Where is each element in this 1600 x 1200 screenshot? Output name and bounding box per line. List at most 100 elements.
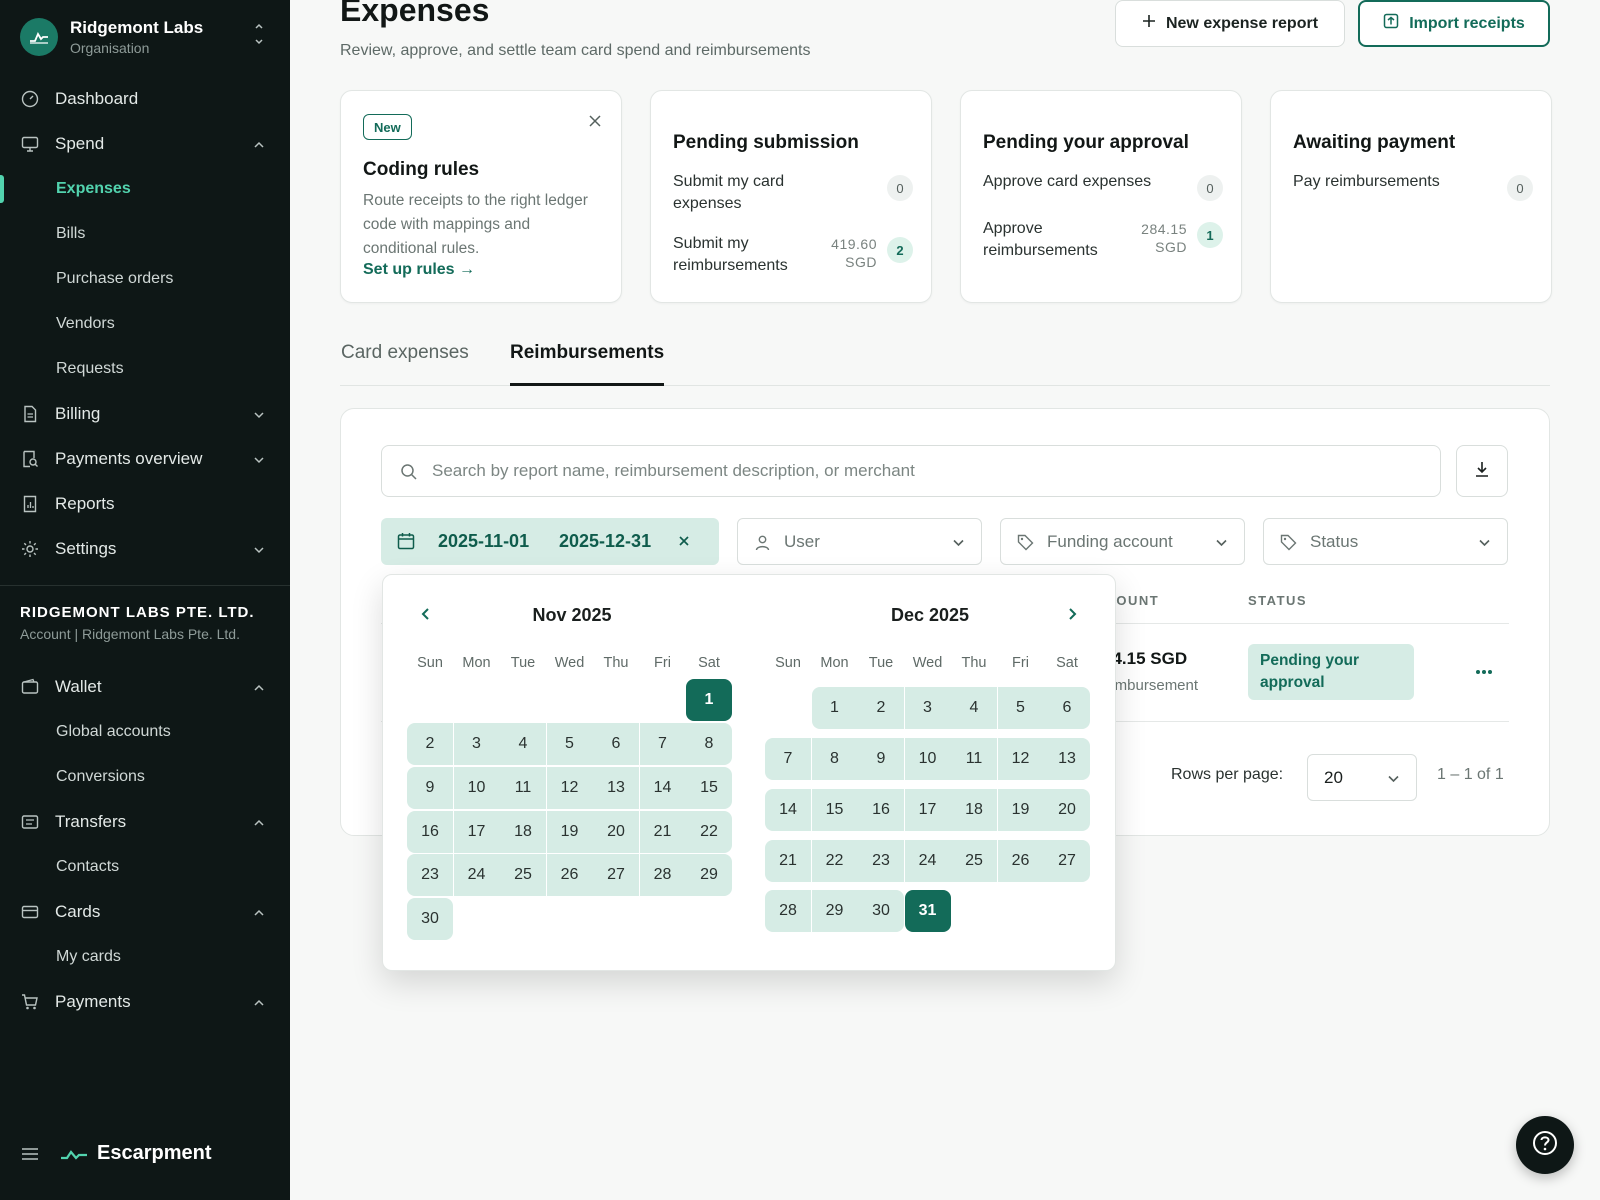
funding-account-filter[interactable]: Funding account [1000,518,1245,565]
calendar-day[interactable]: 4 [951,687,997,729]
calendar-day[interactable]: 23 [407,854,453,896]
column-header-status[interactable]: STATUS [1248,593,1307,608]
rows-per-page-select[interactable]: 20 [1307,754,1417,801]
calendar-day[interactable]: 3 [904,687,951,729]
calendar-day[interactable]: 21 [765,840,811,882]
calendar-day[interactable]: 27 [593,854,639,896]
calendar-day[interactable]: 7 [639,723,686,765]
sidebar-item-expenses[interactable]: Expenses [0,169,290,209]
sidebar-item-billing[interactable]: Billing [0,394,290,434]
calendar-day-selected[interactable]: 1 [686,679,732,721]
org-switcher[interactable]: Ridgemont Labs Organisation [20,18,270,58]
calendar-day[interactable]: 25 [951,840,997,882]
tab-reimbursements[interactable]: Reimbursements [510,342,665,386]
calendar-day[interactable]: 15 [811,789,858,831]
calendar-day[interactable]: 19 [997,789,1044,831]
calendar-day[interactable]: 20 [593,811,639,853]
calendar-day[interactable]: 25 [500,854,546,896]
calendar-day[interactable]: 19 [546,811,593,853]
calendar-day[interactable]: 22 [686,811,732,853]
status-filter[interactable]: Status [1263,518,1508,565]
calendar-day[interactable]: 15 [686,767,732,809]
sidebar-item-vendors[interactable]: Vendors [0,304,290,344]
sidebar-item-spend[interactable]: Spend [0,124,290,164]
calendar-day[interactable]: 17 [453,811,500,853]
sidebar-item-settings[interactable]: Settings [0,529,290,569]
new-expense-report-button[interactable]: New expense report [1115,0,1345,47]
calendar-day[interactable]: 7 [765,738,811,780]
calendar-day[interactable]: 23 [858,840,904,882]
calendar-day[interactable]: 22 [811,840,858,882]
calendar-day[interactable]: 8 [811,738,858,780]
calendar-day[interactable]: 28 [639,854,686,896]
clear-date-icon[interactable] [677,534,691,548]
calendar-day[interactable]: 14 [639,767,686,809]
calendar-day[interactable]: 30 [407,898,453,940]
sidebar-item-payments-overview[interactable]: Payments overview [0,439,290,479]
calendar-day[interactable]: 26 [997,840,1044,882]
sidebar-item-cards[interactable]: Cards [0,892,290,932]
sidebar-item-my-cards[interactable]: My cards [0,937,290,977]
calendar-day[interactable]: 6 [593,723,639,765]
sidebar-item-requests[interactable]: Requests [0,349,290,389]
calendar-day[interactable]: 2 [407,723,453,765]
sidebar-item-wallet[interactable]: Wallet [0,667,290,707]
more-actions-button[interactable] [1471,661,1497,681]
user-filter[interactable]: User [737,518,982,565]
calendar-day[interactable]: 11 [500,767,546,809]
calendar-day[interactable]: 6 [1044,687,1090,729]
sidebar-item-reports[interactable]: Reports [0,484,290,524]
calendar-day[interactable]: 29 [686,854,732,896]
menu-icon[interactable] [20,1146,42,1164]
sidebar-item-global-accounts[interactable]: Global accounts [0,712,290,752]
close-icon[interactable] [587,113,603,129]
calendar-day[interactable]: 20 [1044,789,1090,831]
calendar-day-selected[interactable]: 31 [904,890,951,932]
sidebar-item-contacts[interactable]: Contacts [0,847,290,887]
sidebar-item-dashboard[interactable]: Dashboard [0,79,290,119]
calendar-day[interactable]: 4 [500,723,546,765]
help-button[interactable] [1516,1116,1574,1174]
calendar-day[interactable]: 5 [546,723,593,765]
calendar-day[interactable]: 18 [500,811,546,853]
calendar-day[interactable]: 8 [686,723,732,765]
calendar-day[interactable]: 16 [407,811,453,853]
search-input[interactable] [432,446,1422,496]
sidebar-item-conversions[interactable]: Conversions [0,757,290,797]
calendar-day[interactable]: 9 [407,767,453,809]
calendar-day[interactable]: 24 [904,840,951,882]
calendar-day[interactable]: 21 [639,811,686,853]
sidebar-item-payments[interactable]: Payments [0,982,290,1022]
tab-card-expenses[interactable]: Card expenses [341,342,469,386]
import-receipts-button[interactable]: Import receipts [1358,0,1550,47]
calendar-day[interactable]: 13 [593,767,639,809]
calendar-day[interactable]: 29 [811,890,858,932]
calendar-day[interactable]: 2 [858,687,904,729]
calendar-day[interactable]: 14 [765,789,811,831]
pay-reimbursements-task[interactable]: Pay reimbursements 0 [1293,171,1533,215]
calendar-day[interactable]: 30 [858,890,904,932]
date-range-filter[interactable]: 2025-11-01 2025-12-31 [381,518,719,565]
approve-reimbursements-task[interactable]: Approve reimbursements 284.15 SGD 1 [983,218,1223,262]
calendar-day[interactable]: 9 [858,738,904,780]
calendar-day[interactable]: 10 [453,767,500,809]
sidebar-item-purchase-orders[interactable]: Purchase orders [0,259,290,299]
calendar-day[interactable]: 12 [546,767,593,809]
download-button[interactable] [1456,445,1508,497]
submit-card-expenses-task[interactable]: Submit my card expenses 0 [673,171,913,215]
calendar-day[interactable]: 18 [951,789,997,831]
calendar-day[interactable]: 17 [904,789,951,831]
calendar-day[interactable]: 24 [453,854,500,896]
calendar-day[interactable]: 5 [997,687,1044,729]
calendar-day[interactable]: 11 [951,738,997,780]
calendar-day[interactable]: 10 [904,738,951,780]
calendar-day[interactable]: 26 [546,854,593,896]
set-up-rules-link[interactable]: Set up rules → [363,261,475,279]
calendar-day[interactable]: 1 [811,687,858,729]
approve-card-expenses-task[interactable]: Approve card expenses 0 [983,171,1223,215]
calendar-day[interactable]: 28 [765,890,811,932]
calendar-day[interactable]: 12 [997,738,1044,780]
submit-reimbursements-task[interactable]: Submit my reimbursements 419.60 SGD 2 [673,233,913,277]
calendar-day[interactable]: 16 [858,789,904,831]
calendar-day[interactable]: 27 [1044,840,1090,882]
